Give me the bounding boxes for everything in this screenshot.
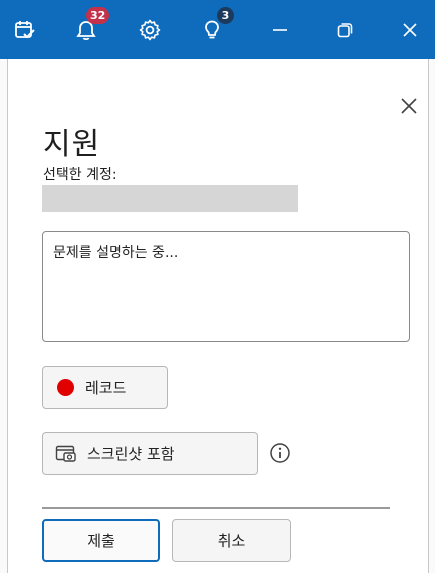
- screenshot-icon: [55, 445, 77, 463]
- settings-button[interactable]: [125, 0, 175, 59]
- record-button[interactable]: 레코드: [42, 366, 168, 409]
- selected-account-value: [42, 185, 298, 212]
- cancel-label: 취소: [217, 532, 246, 550]
- window-edge-right: [428, 59, 435, 573]
- notifications-count-badge: 32: [86, 7, 110, 24]
- include-screenshot-label: 스크린샷 포함: [87, 445, 175, 463]
- restore-button[interactable]: [320, 0, 370, 59]
- divider: [42, 507, 390, 509]
- record-label: 레코드: [85, 379, 127, 397]
- close-pane-button[interactable]: [395, 92, 423, 120]
- submit-label: 제출: [87, 532, 115, 550]
- submit-button[interactable]: 제출: [42, 519, 160, 562]
- close-icon: [401, 98, 417, 114]
- gear-icon: [139, 19, 161, 40]
- selected-account-label: 선택한 계정:: [43, 167, 117, 183]
- window-edge-left: [0, 59, 7, 573]
- minimize-button[interactable]: [255, 0, 305, 59]
- title-bar: 32 3: [0, 0, 435, 59]
- restore-window-icon: [337, 22, 353, 37]
- close-icon: [403, 22, 417, 37]
- cancel-button[interactable]: 취소: [172, 519, 291, 562]
- info-icon[interactable]: [268, 441, 292, 465]
- include-screenshot-button[interactable]: 스크린샷 포함: [42, 432, 258, 475]
- tips-count-badge: 3: [217, 7, 234, 24]
- calendar-check-icon: [15, 20, 35, 38]
- tasks-calendar-button[interactable]: [0, 0, 50, 59]
- close-window-button[interactable]: [385, 0, 435, 59]
- minimize-icon: [273, 28, 287, 31]
- page-title: 지원: [43, 127, 101, 162]
- problem-description-input[interactable]: 문제를 설명하는 중...: [42, 231, 410, 342]
- record-icon: [57, 379, 74, 396]
